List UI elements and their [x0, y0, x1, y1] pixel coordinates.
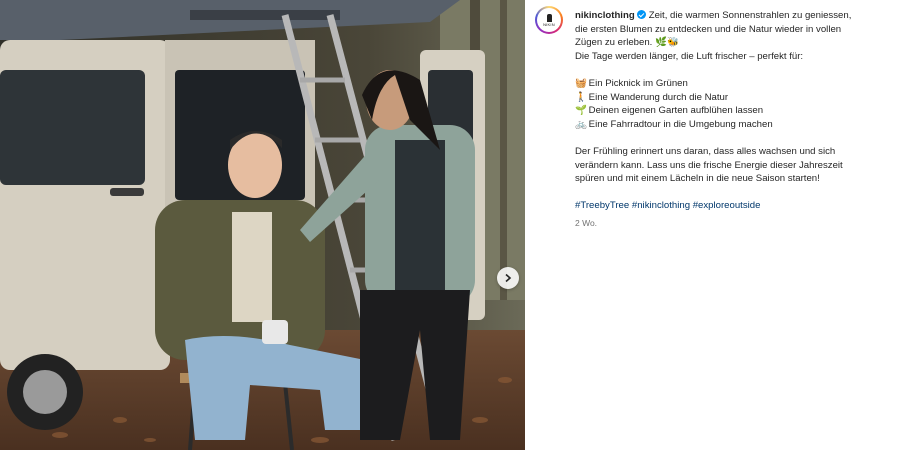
caption-intro: Die Tage werden länger, die Luft frische… [575, 50, 804, 62]
bicycle-icon: 🚲 [575, 118, 587, 130]
activity-item: 🌱 Deinen eigenen Garten aufblühen lassen [575, 104, 893, 118]
post-photo-illustration [0, 0, 525, 450]
picnic-icon: 🧺 [575, 77, 587, 89]
activity-text: Deinen eigenen Garten aufblühen lassen [588, 105, 764, 117]
activity-item: 🚶 Eine Wanderung durch die Natur [575, 91, 893, 105]
seedling-icon: 🌱 [575, 105, 587, 117]
caption-text-line: die ersten Blumen zu entdecken und die N… [575, 23, 842, 35]
hashtag-link[interactable]: #nikinclothing [632, 200, 690, 211]
tree-mark-icon [546, 13, 552, 22]
caption-text-line: verändern kann. Lass uns die frische Ene… [575, 159, 843, 171]
post-timestamp[interactable]: 2 Wo. [575, 217, 893, 231]
avatar-brand-text: NIKIN [543, 21, 555, 27]
brand-logo: NIKIN [537, 8, 561, 32]
caption-line: nikinclothing Zeit, die warmen Sonnenstra… [575, 9, 893, 23]
post-header: NIKIN [535, 6, 563, 34]
username-link[interactable]: nikinclothing [575, 10, 635, 21]
activity-text: Eine Wanderung durch die Natur [588, 91, 729, 103]
post-caption-panel: NIKIN nikinclothing Zeit, die warmen Sonn… [525, 0, 900, 450]
hashtags: #TreebyTree #nikinclothing #exploreoutsi… [575, 199, 893, 213]
hashtag-link[interactable]: #TreebyTree [575, 200, 629, 211]
chevron-right-icon [505, 273, 512, 283]
activity-text: Eine Fahrradtour in die Umgebung machen [588, 118, 773, 130]
caption-text-line: spüren und mit einem Lächeln in die neue… [575, 173, 820, 185]
activity-item: 🚲 Eine Fahrradtour in die Umgebung mache… [575, 118, 893, 132]
avatar[interactable]: NIKIN [535, 6, 563, 34]
post-image[interactable] [0, 0, 525, 450]
activity-text: Ein Picknick im Grünen [588, 77, 688, 89]
caption-text-line: Zeit, die warmen Sonnenstrahlen zu genie… [648, 10, 852, 21]
activity-item: 🧺 Ein Picknick im Grünen [575, 77, 893, 91]
verified-badge-icon [636, 10, 646, 19]
caption-text-line: Der Frühling erinnert uns daran, dass al… [575, 145, 836, 157]
carousel-next-button[interactable] [497, 267, 519, 289]
hiker-icon: 🚶 [575, 91, 587, 103]
hashtag-link[interactable]: #exploreoutside [693, 200, 761, 211]
caption: nikinclothing Zeit, die warmen Sonnenstra… [575, 9, 893, 231]
caption-text-line: Zügen zu erleben. 🌿🐝 [575, 37, 679, 49]
